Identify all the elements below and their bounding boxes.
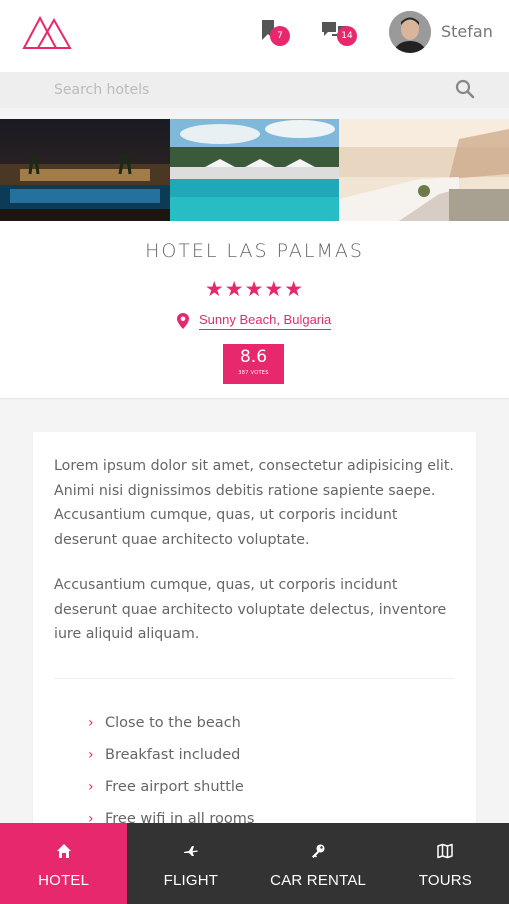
nav-item-flight[interactable]: FLIGHT: [127, 823, 254, 904]
nav-item-tours[interactable]: TOURS: [382, 823, 509, 904]
map-icon: [437, 843, 454, 859]
description-paragraph-1: Lorem ipsum dolor sit amet, consectetur …: [54, 458, 454, 548]
key-icon: [312, 844, 325, 858]
hotel-name: HOTEL LAS PALMAS: [145, 240, 364, 262]
map-pin-icon: [177, 313, 189, 329]
nav-label-hotel: HOTEL: [38, 872, 90, 889]
hotel-description-card: Lorem ipsum dolor sit amet, consectetur …: [33, 432, 476, 852]
chevron-right-icon: ›: [88, 715, 94, 731]
airplane-icon: [183, 846, 198, 856]
star-rating: ★★★★★: [204, 277, 305, 301]
bottom-navigation: HOTEL FLIGHT CAR RENTAL TOURS: [0, 823, 509, 904]
home-icon: [56, 844, 71, 858]
hotel-gallery: [0, 119, 509, 221]
search-icon[interactable]: [453, 77, 477, 101]
list-item: › Close to the beach: [88, 711, 254, 743]
rating-score: 8.6: [239, 347, 268, 367]
list-item: › Breakfast included: [88, 743, 254, 775]
hotel-summary: HOTEL LAS PALMAS ★★★★★ Sunny Beach, Bulg…: [0, 221, 509, 399]
avatar[interactable]: [389, 11, 431, 53]
nav-label-car-rental: CAR RENTAL: [270, 872, 367, 889]
gallery-image-seaside-terrace[interactable]: [339, 119, 509, 221]
description-paragraph-2: Accusantium cumque, quas, ut corporis in…: [54, 577, 447, 642]
gallery-image-day-pool[interactable]: [169, 119, 340, 221]
location-link[interactable]: Sunny Beach, Bulgaria: [199, 312, 332, 330]
bookmark-count-badge: 7: [270, 26, 290, 46]
nav-item-hotel[interactable]: HOTEL: [0, 823, 128, 904]
nav-item-car-rental[interactable]: CAR RENTAL: [255, 823, 382, 904]
search-bar: [0, 72, 509, 108]
mountain-triangle-logo[interactable]: [22, 12, 72, 50]
nav-label-flight: FLIGHT: [163, 872, 219, 889]
user-name[interactable]: Stefan: [441, 22, 493, 41]
search-input[interactable]: [0, 72, 440, 108]
list-item: › Free airport shuttle: [88, 775, 254, 807]
chevron-right-icon: ›: [88, 747, 94, 763]
nav-label-tours: TOURS: [418, 872, 472, 889]
app-header: 7 14 Stefan: [0, 0, 509, 72]
divider: [54, 678, 454, 679]
gallery-image-night-pool[interactable]: [0, 119, 170, 221]
chat-count-badge: 14: [337, 26, 357, 46]
hotel-location[interactable]: Sunny Beach, Bulgaria: [177, 310, 332, 332]
vote-count: 387 VOTES: [238, 370, 269, 376]
feature-list: › Close to the beach › Breakfast included …: [88, 711, 254, 839]
chevron-right-icon: ›: [88, 779, 94, 795]
rating-score-badge: 8.6 387 VOTES: [223, 344, 284, 384]
